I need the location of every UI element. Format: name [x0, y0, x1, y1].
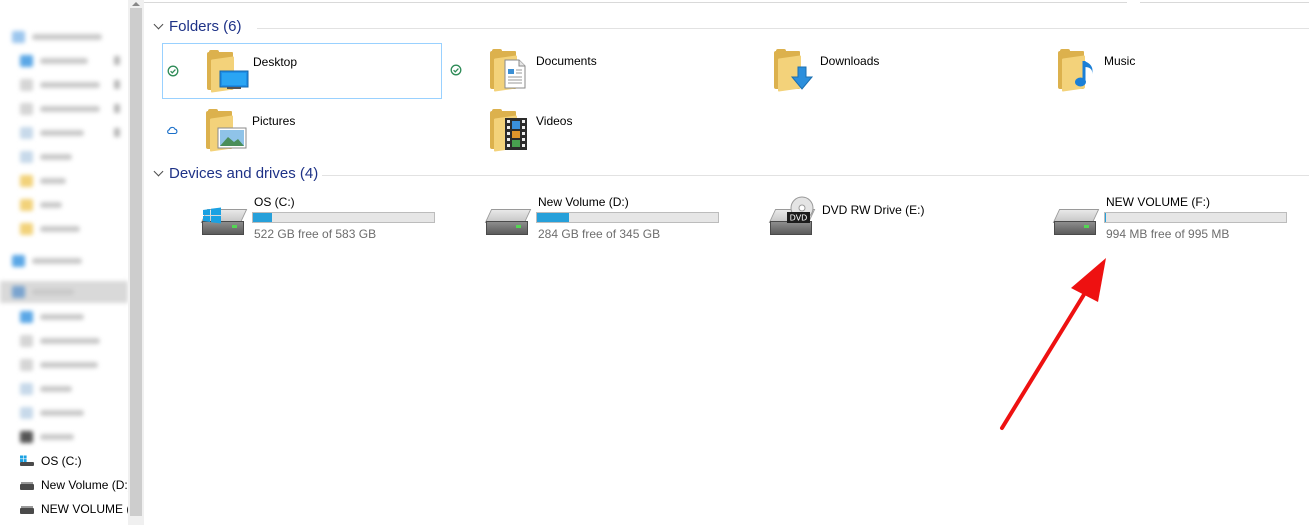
drive-icon	[20, 457, 34, 466]
scrollbar-thumb[interactable]	[130, 8, 142, 516]
folder-name: Documents	[536, 54, 597, 68]
drive-usage-bar	[252, 212, 435, 223]
drive-name: New Volume (D:)	[538, 195, 629, 209]
folder-name: Desktop	[253, 55, 298, 69]
scroll-up-arrow-icon[interactable]	[132, 2, 140, 6]
folder-music[interactable]: Music	[1014, 43, 1292, 97]
address-bar-edge	[92, 0, 1127, 3]
red-arrow-annotation	[1000, 258, 1106, 430]
cloud-icon	[167, 126, 178, 135]
nav-item-label: NEW VOLUME (F:)	[41, 502, 128, 516]
drive-usage-fill	[253, 213, 272, 222]
dvd-disc-icon: DVD	[787, 196, 814, 223]
drive-usage-bar	[1104, 212, 1287, 223]
group-title: Devices and drives (4)	[169, 165, 319, 182]
music-note-icon	[1075, 61, 1093, 87]
nav-item-new-volume-d[interactable]: New Volume (D:)	[0, 473, 128, 497]
navigation-pane[interactable]: OS (C:) New Volume (D:) NEW VOLUME (F:)	[0, 0, 128, 525]
folder-name: Videos	[536, 114, 573, 128]
folder-desktop[interactable]: Desktop	[162, 43, 442, 99]
chevron-down-icon[interactable]	[153, 19, 164, 30]
document-page-icon	[504, 59, 526, 89]
group-divider	[257, 28, 1309, 29]
synced-check-icon	[450, 64, 462, 76]
drive-icon	[20, 505, 34, 514]
folder-documents[interactable]: Documents	[446, 43, 724, 97]
nav-item-label: New Volume (D:)	[41, 478, 128, 492]
group-divider	[322, 175, 1309, 176]
drive-usage-fill	[537, 213, 570, 222]
chevron-down-icon[interactable]	[153, 166, 164, 177]
folder-name: Pictures	[252, 114, 296, 128]
hard-drive-icon	[484, 209, 532, 235]
folders-group-header[interactable]: Folders (6)	[152, 18, 1309, 38]
navigation-scrollbar[interactable]	[128, 0, 144, 525]
drive-name: NEW VOLUME (F:)	[1106, 195, 1210, 209]
film-strip-icon	[505, 118, 527, 150]
folder-downloads[interactable]: Downloads	[730, 43, 1008, 97]
folder-videos[interactable]: Videos	[446, 103, 724, 157]
windows-logo-icon	[203, 207, 221, 224]
drive-name: OS (C:)	[254, 195, 295, 209]
drive-usage-bar	[536, 212, 719, 223]
group-title: Folders (6)	[169, 18, 242, 35]
synced-check-icon	[167, 65, 179, 77]
drive-icon	[20, 481, 34, 490]
folder-name: Music	[1104, 54, 1136, 68]
desktop-monitor-icon	[219, 70, 249, 89]
nav-item-os-c[interactable]: OS (C:)	[0, 449, 128, 473]
hard-drive-icon	[1052, 209, 1100, 235]
download-arrow-icon	[790, 66, 814, 90]
drive-dvd-rw-e[interactable]: DVD DVD RW Drive (E:)	[728, 195, 1008, 245]
nav-item-label: OS (C:)	[41, 454, 82, 468]
picture-landscape-icon	[217, 127, 247, 149]
drive-name: DVD RW Drive (E:)	[822, 203, 925, 217]
drive-new-volume-f[interactable]: NEW VOLUME (F:) 994 MB free of 995 MB	[1012, 195, 1292, 245]
drive-new-volume-d[interactable]: New Volume (D:) 284 GB free of 345 GB	[444, 195, 724, 245]
folder-name: Downloads	[820, 54, 880, 68]
folder-pictures[interactable]: Pictures	[162, 103, 440, 157]
drive-os-c[interactable]: OS (C:) 522 GB free of 583 GB	[160, 195, 440, 245]
drive-free-space: 522 GB free of 583 GB	[254, 227, 377, 241]
search-box-edge	[1140, 0, 1309, 3]
drive-free-space: 994 MB free of 995 MB	[1106, 227, 1230, 241]
devices-group-header[interactable]: Devices and drives (4)	[152, 165, 1309, 185]
nav-item-new-volume-f[interactable]: NEW VOLUME (F:)	[0, 497, 128, 521]
drive-free-space: 284 GB free of 345 GB	[538, 227, 661, 241]
svg-text:DVD: DVD	[790, 214, 808, 223]
blurred-navigation-items	[0, 0, 128, 448]
